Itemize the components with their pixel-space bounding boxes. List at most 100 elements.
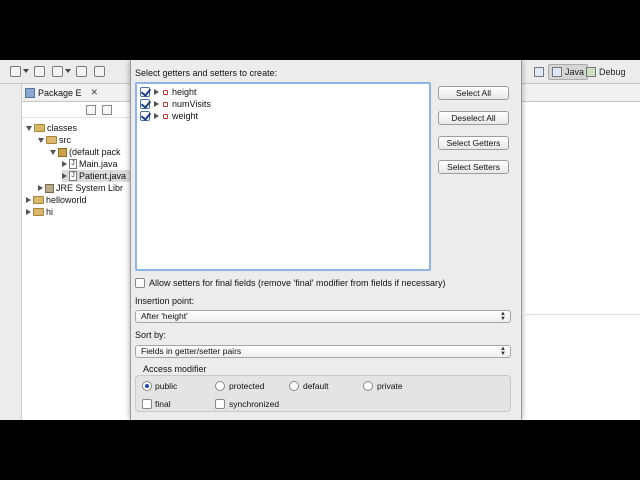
folder-icon	[46, 136, 57, 144]
radio-public-label: public	[155, 381, 178, 391]
checkbox[interactable]	[140, 99, 150, 109]
expand-icon[interactable]	[154, 101, 159, 107]
expand-icon[interactable]	[154, 89, 159, 95]
expand-icon[interactable]	[38, 185, 43, 191]
link-editor-icon[interactable]	[102, 105, 112, 115]
radio-protected-label: protected	[229, 381, 265, 391]
expand-icon[interactable]	[26, 209, 31, 215]
field-item-height[interactable]: height	[140, 86, 197, 98]
java-file-icon: J	[69, 159, 77, 169]
synchronized-checkbox[interactable]	[215, 399, 225, 409]
java-perspective[interactable]: Java	[548, 64, 589, 80]
collapse-all-icon[interactable]	[86, 105, 96, 115]
final-checkbox[interactable]	[142, 399, 152, 409]
sort-by-select[interactable]: Fields in getter/setter pairs ▲ ▼	[135, 345, 511, 358]
sort-by-label: Sort by:	[135, 330, 167, 340]
editor-area[interactable]	[520, 84, 640, 420]
tree-item-label: Main.java	[79, 159, 118, 169]
eclipse-window: Java Debug Package E ✕ classes src (defa…	[0, 60, 640, 420]
radio-default-label: default	[303, 381, 329, 391]
expand-icon[interactable]	[154, 113, 159, 119]
tree-item-label: JRE System Libr	[56, 183, 124, 193]
table-icon[interactable]	[534, 64, 544, 80]
tree-item-label: Patient.java	[79, 171, 127, 181]
field-label: height	[172, 87, 197, 97]
letterbox-top	[0, 0, 640, 60]
deselect-all-button[interactable]: Deselect All	[438, 111, 509, 125]
refresh-icon[interactable]	[76, 66, 87, 77]
project-icon	[33, 208, 44, 216]
expand-icon[interactable]	[62, 161, 67, 167]
radio-private-label: private	[377, 381, 403, 391]
tree-item-main-java[interactable]: J Main.java	[62, 158, 118, 170]
field-label: numVisits	[172, 99, 211, 109]
package-explorer-toolbar	[22, 102, 131, 118]
insertion-point-label: Insertion point:	[135, 296, 195, 306]
tree-item-src[interactable]: src	[38, 134, 71, 146]
package-explorer-icon	[25, 87, 35, 98]
allow-final-checkbox[interactable]	[135, 278, 145, 288]
insertion-point-select[interactable]: After 'height' ▲ ▼	[135, 310, 511, 323]
open-icon[interactable]	[34, 66, 45, 77]
dialog-header: Select getters and setters to create:	[135, 68, 278, 78]
select-setters-button[interactable]: Select Setters	[438, 160, 509, 174]
java-perspective-label: Java	[565, 67, 585, 77]
select-all-button[interactable]: Select All	[438, 86, 509, 100]
tree-item-label: hi	[46, 207, 54, 217]
radio-protected[interactable]	[215, 381, 225, 391]
package-explorer: Package E ✕ classes src (default pack J …	[22, 84, 132, 420]
access-modifier-label: Access modifier	[143, 364, 207, 374]
java-file-icon: J	[69, 171, 77, 181]
expand-icon[interactable]	[38, 137, 44, 143]
new-class-icon[interactable]	[52, 66, 63, 77]
allow-final-label: Allow setters for final fields (remove '…	[149, 278, 446, 288]
package-icon	[58, 147, 67, 157]
debug-perspective-label: Debug	[599, 67, 626, 77]
checkbox[interactable]	[140, 87, 150, 97]
field-item-weight[interactable]: weight	[140, 110, 198, 122]
field-label: weight	[172, 111, 199, 121]
access-modifier-group: public protected default private final s…	[135, 375, 511, 412]
letterbox-bottom	[0, 420, 640, 480]
tree-item-label: src	[59, 135, 71, 145]
tree-item-label: classes	[47, 123, 78, 133]
bug-icon	[586, 67, 596, 77]
radio-public[interactable]	[142, 381, 152, 391]
tree-item-classes[interactable]: classes	[26, 122, 77, 134]
allow-final-setters-option[interactable]: Allow setters for final fields (remove '…	[135, 277, 446, 289]
project-icon	[33, 196, 44, 204]
tree-item-jre-library[interactable]: JRE System Libr	[38, 182, 123, 194]
expand-icon[interactable]	[62, 173, 67, 179]
package-explorer-tab[interactable]: Package E ✕	[22, 84, 131, 102]
tree-item-hi[interactable]: hi	[26, 206, 53, 218]
new-icon[interactable]	[10, 66, 21, 77]
expand-icon[interactable]	[50, 149, 56, 155]
radio-private[interactable]	[363, 381, 373, 391]
chevron-down-icon[interactable]	[23, 69, 29, 73]
field-icon	[163, 101, 168, 107]
field-item-numvisits[interactable]: numVisits	[140, 98, 211, 110]
select-getters-button[interactable]: Select Getters	[438, 136, 509, 150]
insertion-point-value: After 'height'	[141, 311, 188, 321]
expand-icon[interactable]	[26, 197, 31, 203]
java-perspective-icon	[552, 67, 562, 77]
tree-item-patient-java[interactable]: J Patient.java	[62, 170, 132, 182]
tree-item-helloworld[interactable]: helloworld	[26, 194, 87, 206]
tree-item-label: (default pack	[69, 147, 121, 157]
refresh-icon[interactable]	[94, 66, 105, 77]
editor-header	[520, 84, 640, 102]
fields-list[interactable]: height numVisits weight	[135, 82, 431, 271]
radio-default[interactable]	[289, 381, 299, 391]
library-icon	[45, 183, 54, 193]
close-icon[interactable]: ✕	[91, 87, 99, 98]
package-explorer-title: Package E	[38, 87, 82, 98]
updown-arrow-icon: ▲ ▼	[500, 311, 506, 322]
tree-item-default-package[interactable]: (default pack	[50, 146, 121, 158]
debug-perspective[interactable]: Debug	[586, 64, 626, 80]
chevron-down-icon[interactable]	[65, 69, 71, 73]
expand-icon[interactable]	[26, 125, 32, 131]
checkbox[interactable]	[140, 111, 150, 121]
generate-getters-setters-dialog: Select getters and setters to create: he…	[130, 60, 522, 420]
tree-item-label: helloworld	[46, 195, 87, 205]
final-label: final	[155, 399, 171, 409]
